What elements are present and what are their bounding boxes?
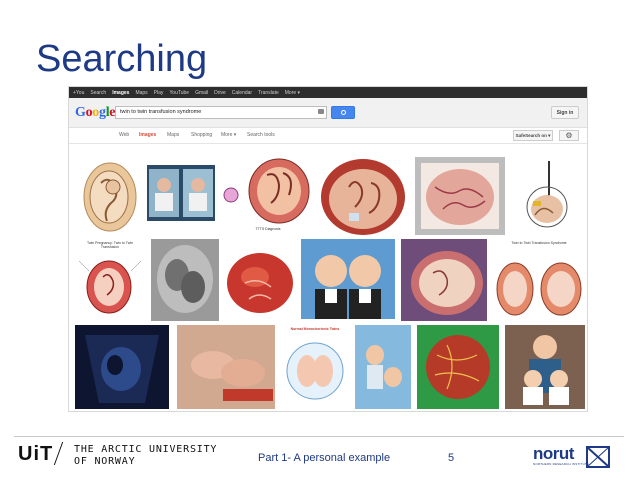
search-input[interactable]: twin to twin transfusion syndrome bbox=[115, 106, 327, 119]
premature-twins-image bbox=[177, 325, 275, 409]
google-logo[interactable]: Google bbox=[75, 105, 116, 121]
result-caption: Twin Pregnancy: Twin to Twin Transfusion bbox=[87, 241, 133, 249]
google-bar-item[interactable]: Gmail bbox=[195, 90, 208, 96]
twins-incubator-image bbox=[149, 169, 213, 217]
result-placenta-photo[interactable] bbox=[225, 243, 295, 319]
result-ttts-comparison-chart[interactable]: Twin to Twin Transfusion Syndrome bbox=[493, 239, 585, 321]
google-bar-item[interactable]: Search bbox=[90, 90, 106, 96]
result-twins-incubator-photo[interactable] bbox=[147, 165, 215, 221]
laser-surgery-image bbox=[526, 161, 568, 228]
tab-images[interactable]: Images bbox=[139, 132, 156, 138]
tab-shopping[interactable]: Shopping bbox=[191, 132, 212, 138]
google-bar-item[interactable]: +You bbox=[73, 90, 84, 96]
result-twin-infants-photo[interactable] bbox=[355, 325, 411, 409]
placenta-injected-image bbox=[417, 325, 499, 409]
placenta-twins-image bbox=[321, 159, 405, 235]
result-ultrasound-grayscale[interactable] bbox=[151, 239, 219, 321]
result-monochorionic-twins-drawing[interactable]: Normal Monochorionic Twins bbox=[281, 325, 349, 409]
google-bar-item[interactable]: More ▾ bbox=[285, 90, 300, 96]
google-bar-item[interactable]: Maps bbox=[135, 90, 147, 96]
footer-divider bbox=[14, 436, 624, 437]
mother-with-twins-image bbox=[505, 325, 585, 409]
result-uterus-twins-illustration[interactable] bbox=[401, 239, 487, 321]
university-name-line2: OF NORWAY bbox=[74, 456, 136, 467]
fetus-diagram-image bbox=[83, 162, 137, 232]
placenta-photo-image bbox=[227, 253, 293, 313]
monochorionic-twins-image bbox=[286, 342, 344, 400]
ttts-illustration-image bbox=[223, 158, 310, 224]
slide: Searching +You Search Images Maps Play YouTub… bbox=[0, 0, 638, 479]
google-bar-item[interactable]: Drive bbox=[214, 90, 226, 96]
ultrasound-dark-image bbox=[75, 325, 169, 409]
result-ultrasound-dark[interactable] bbox=[75, 325, 169, 409]
camera-icon[interactable] bbox=[318, 109, 324, 114]
search-tabs: SafeSearch on ▾ ⚙ Web Images Maps Shopping M… bbox=[69, 128, 587, 144]
google-bar-item[interactable]: YouTube bbox=[169, 90, 189, 96]
result-premature-twins-photo[interactable] bbox=[177, 325, 275, 409]
google-bar-item[interactable]: Images bbox=[112, 90, 129, 96]
uit-logo: UiT bbox=[18, 443, 54, 465]
search-icon bbox=[340, 110, 346, 115]
result-caption: TTTS Diagnosis bbox=[255, 227, 281, 231]
google-bar-item[interactable]: Calendar bbox=[232, 90, 252, 96]
twin-infants-image bbox=[355, 325, 411, 409]
google-screenshot: +You Search Images Maps Play YouTube Gmail Driv… bbox=[68, 86, 588, 412]
result-ttts-illustration-diagram[interactable]: TTTS Diagnosis bbox=[221, 157, 315, 237]
two-pregnancy-image bbox=[78, 260, 142, 314]
result-placenta-vessels-illustration[interactable] bbox=[415, 157, 505, 235]
sign-in-button[interactable]: Sign in bbox=[551, 106, 579, 119]
page-number: 5 bbox=[448, 452, 455, 464]
tab-more[interactable]: More ▾ bbox=[221, 132, 236, 138]
uterus-twins-image bbox=[401, 239, 487, 321]
university-name-line1: THE ARCTIC UNIVERSITY bbox=[74, 444, 218, 455]
result-caption: Twin to Twin Transfusion Syndrome bbox=[511, 241, 567, 245]
result-twin-babies-photo[interactable] bbox=[301, 239, 395, 319]
twin-babies-image bbox=[301, 239, 395, 319]
tab-web[interactable]: Web bbox=[119, 132, 129, 138]
google-bar-item[interactable]: Translate bbox=[258, 90, 279, 96]
tab-maps[interactable]: Maps bbox=[167, 132, 179, 138]
result-two-pregnancy-diagram[interactable]: Twin Pregnancy: Twin to Twin Transfusion bbox=[75, 239, 145, 321]
result-fetus-diagram-1[interactable] bbox=[79, 157, 141, 235]
norut-logo-mark bbox=[586, 446, 610, 468]
google-bar-item[interactable]: Play bbox=[154, 90, 164, 96]
ultrasound-gray-image bbox=[151, 239, 219, 321]
search-button[interactable] bbox=[331, 106, 355, 119]
result-placenta-twins-illustration[interactable] bbox=[319, 157, 407, 237]
slide-title: Searching bbox=[36, 38, 208, 80]
gear-icon[interactable]: ⚙ bbox=[559, 130, 579, 141]
result-caption: Normal Monochorionic Twins bbox=[290, 327, 340, 331]
result-laser-surgery-illustration[interactable] bbox=[511, 157, 581, 237]
ttts-comparison-image bbox=[496, 262, 582, 316]
tab-search-tools[interactable]: Search tools bbox=[247, 132, 275, 138]
norut-logo: norut bbox=[533, 444, 574, 463]
google-top-bar: +You Search Images Maps Play YouTube Gmail Driv… bbox=[69, 87, 587, 98]
norut-tagline: NORTHERN RESEARCH INSTITUTE bbox=[533, 462, 590, 466]
footer-text: Part 1- A personal example bbox=[258, 452, 391, 464]
google-header: Google twin to twin transfusion syndrome… bbox=[69, 98, 587, 128]
result-placenta-injected-photo[interactable] bbox=[417, 325, 499, 409]
safesearch-button[interactable]: SafeSearch on ▾ bbox=[513, 130, 553, 141]
result-mother-with-twins-photo[interactable] bbox=[505, 325, 585, 409]
placenta-vessels-image bbox=[421, 163, 499, 229]
logo-slash bbox=[53, 442, 64, 465]
